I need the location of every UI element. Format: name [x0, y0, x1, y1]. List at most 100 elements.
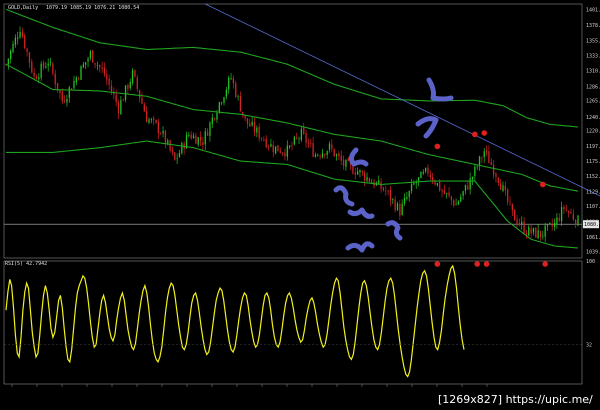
candle-body: [244, 115, 246, 119]
candle-body: [260, 137, 263, 139]
ohlc-label: 1079.19 1085.19 1076.21 1080.54: [46, 5, 139, 11]
candle-body: [434, 181, 436, 185]
candle-body: [354, 172, 356, 175]
candle-body: [190, 134, 192, 139]
candle-body: [546, 223, 549, 226]
candle-body: [274, 146, 277, 154]
candle-body: [291, 145, 293, 146]
candle-body: [364, 172, 366, 181]
candle-body: [523, 221, 525, 234]
candle-body: [551, 223, 553, 227]
candle-body: [124, 85, 127, 101]
candle-body: [464, 184, 467, 191]
candle-body: [502, 185, 504, 192]
candle-body: [150, 119, 152, 121]
candle-body: [537, 230, 539, 239]
candle-body: [577, 215, 579, 226]
candle-body: [253, 122, 256, 133]
candle-body: [94, 63, 96, 65]
candle-body: [532, 228, 535, 233]
candle-body: [542, 235, 544, 237]
candle-body: [52, 63, 54, 74]
candle-body: [485, 150, 488, 152]
candle-body: [408, 190, 410, 197]
candle-body: [14, 37, 17, 45]
candle-body: [507, 189, 509, 202]
candle-body: [141, 97, 143, 104]
candle-body: [167, 140, 169, 144]
candle-body: [63, 100, 66, 102]
candle-body: [216, 112, 218, 120]
candle-body: [122, 100, 124, 101]
candle-body: [328, 143, 331, 150]
candle-body: [143, 104, 145, 112]
candle-body: [509, 202, 511, 203]
y-tick-label: 1197.8: [586, 144, 600, 150]
candle-body: [85, 62, 87, 65]
candle-body: [321, 152, 324, 158]
candle-body: [453, 200, 455, 206]
candle-body: [333, 148, 335, 157]
candle-body: [211, 117, 213, 124]
candle-body: [131, 70, 134, 83]
watermark-text: [1269x827] https://upic.me/: [438, 393, 593, 406]
candle-body: [539, 230, 542, 238]
candle-body: [21, 31, 24, 37]
candle-body: [272, 145, 274, 153]
candle-body: [544, 225, 546, 237]
candle-body: [490, 162, 492, 165]
candle-body: [192, 135, 195, 139]
chart-canvas: 1401.6 1378.8 1355.3 1333.3 1310.5 1286.5 1265…: [0, 0, 600, 410]
candle-body: [460, 197, 462, 202]
candle-body: [89, 51, 92, 59]
candle-body: [82, 64, 85, 68]
current-price-label: 1080.54: [584, 222, 600, 228]
candle-body: [270, 143, 272, 147]
candle-body: [12, 43, 14, 52]
candle-body: [396, 203, 399, 211]
y-tick-label: 1265.9: [586, 98, 600, 104]
candle-body: [387, 190, 389, 192]
candle-body: [178, 152, 181, 158]
signal-marker: [474, 261, 480, 267]
candle-body: [289, 145, 291, 147]
candle-body: [146, 110, 148, 123]
candle-body: [33, 72, 35, 77]
candle-body: [204, 131, 206, 145]
candle-body: [80, 66, 82, 80]
candle-body: [228, 77, 230, 90]
candle-body: [246, 118, 249, 124]
candle-body: [528, 227, 530, 236]
candle-body: [176, 158, 178, 159]
candle-body: [565, 210, 567, 211]
y-tick-label: 1401.6: [586, 8, 600, 14]
candle-body: [518, 223, 521, 225]
candle-body: [66, 98, 68, 103]
candle-body: [457, 201, 460, 205]
candle-body: [359, 169, 361, 173]
candle-body: [40, 63, 42, 78]
y-tick-label: 1039.5: [586, 250, 600, 256]
candle-body: [307, 143, 310, 145]
candle-body: [432, 176, 434, 181]
candle-body: [385, 190, 387, 192]
candle-body: [300, 128, 303, 140]
candle-body: [570, 211, 572, 214]
candle-body: [392, 199, 394, 200]
candle-body: [556, 217, 558, 225]
candle-body: [368, 178, 371, 182]
candle-body: [521, 221, 523, 225]
signal-marker: [540, 181, 546, 188]
candle-body: [296, 137, 298, 139]
y-tick-label: 1107.6: [586, 204, 600, 210]
candle-body: [174, 152, 176, 160]
y-tick-label: 1286.5: [586, 85, 600, 91]
candle-body: [401, 203, 403, 215]
candle-body: [558, 217, 560, 221]
candle-body: [223, 97, 225, 104]
candle-body: [455, 204, 457, 206]
candle-body: [382, 187, 385, 191]
candle-body: [319, 155, 321, 157]
candle-body: [492, 164, 495, 175]
candle-body: [115, 94, 117, 103]
